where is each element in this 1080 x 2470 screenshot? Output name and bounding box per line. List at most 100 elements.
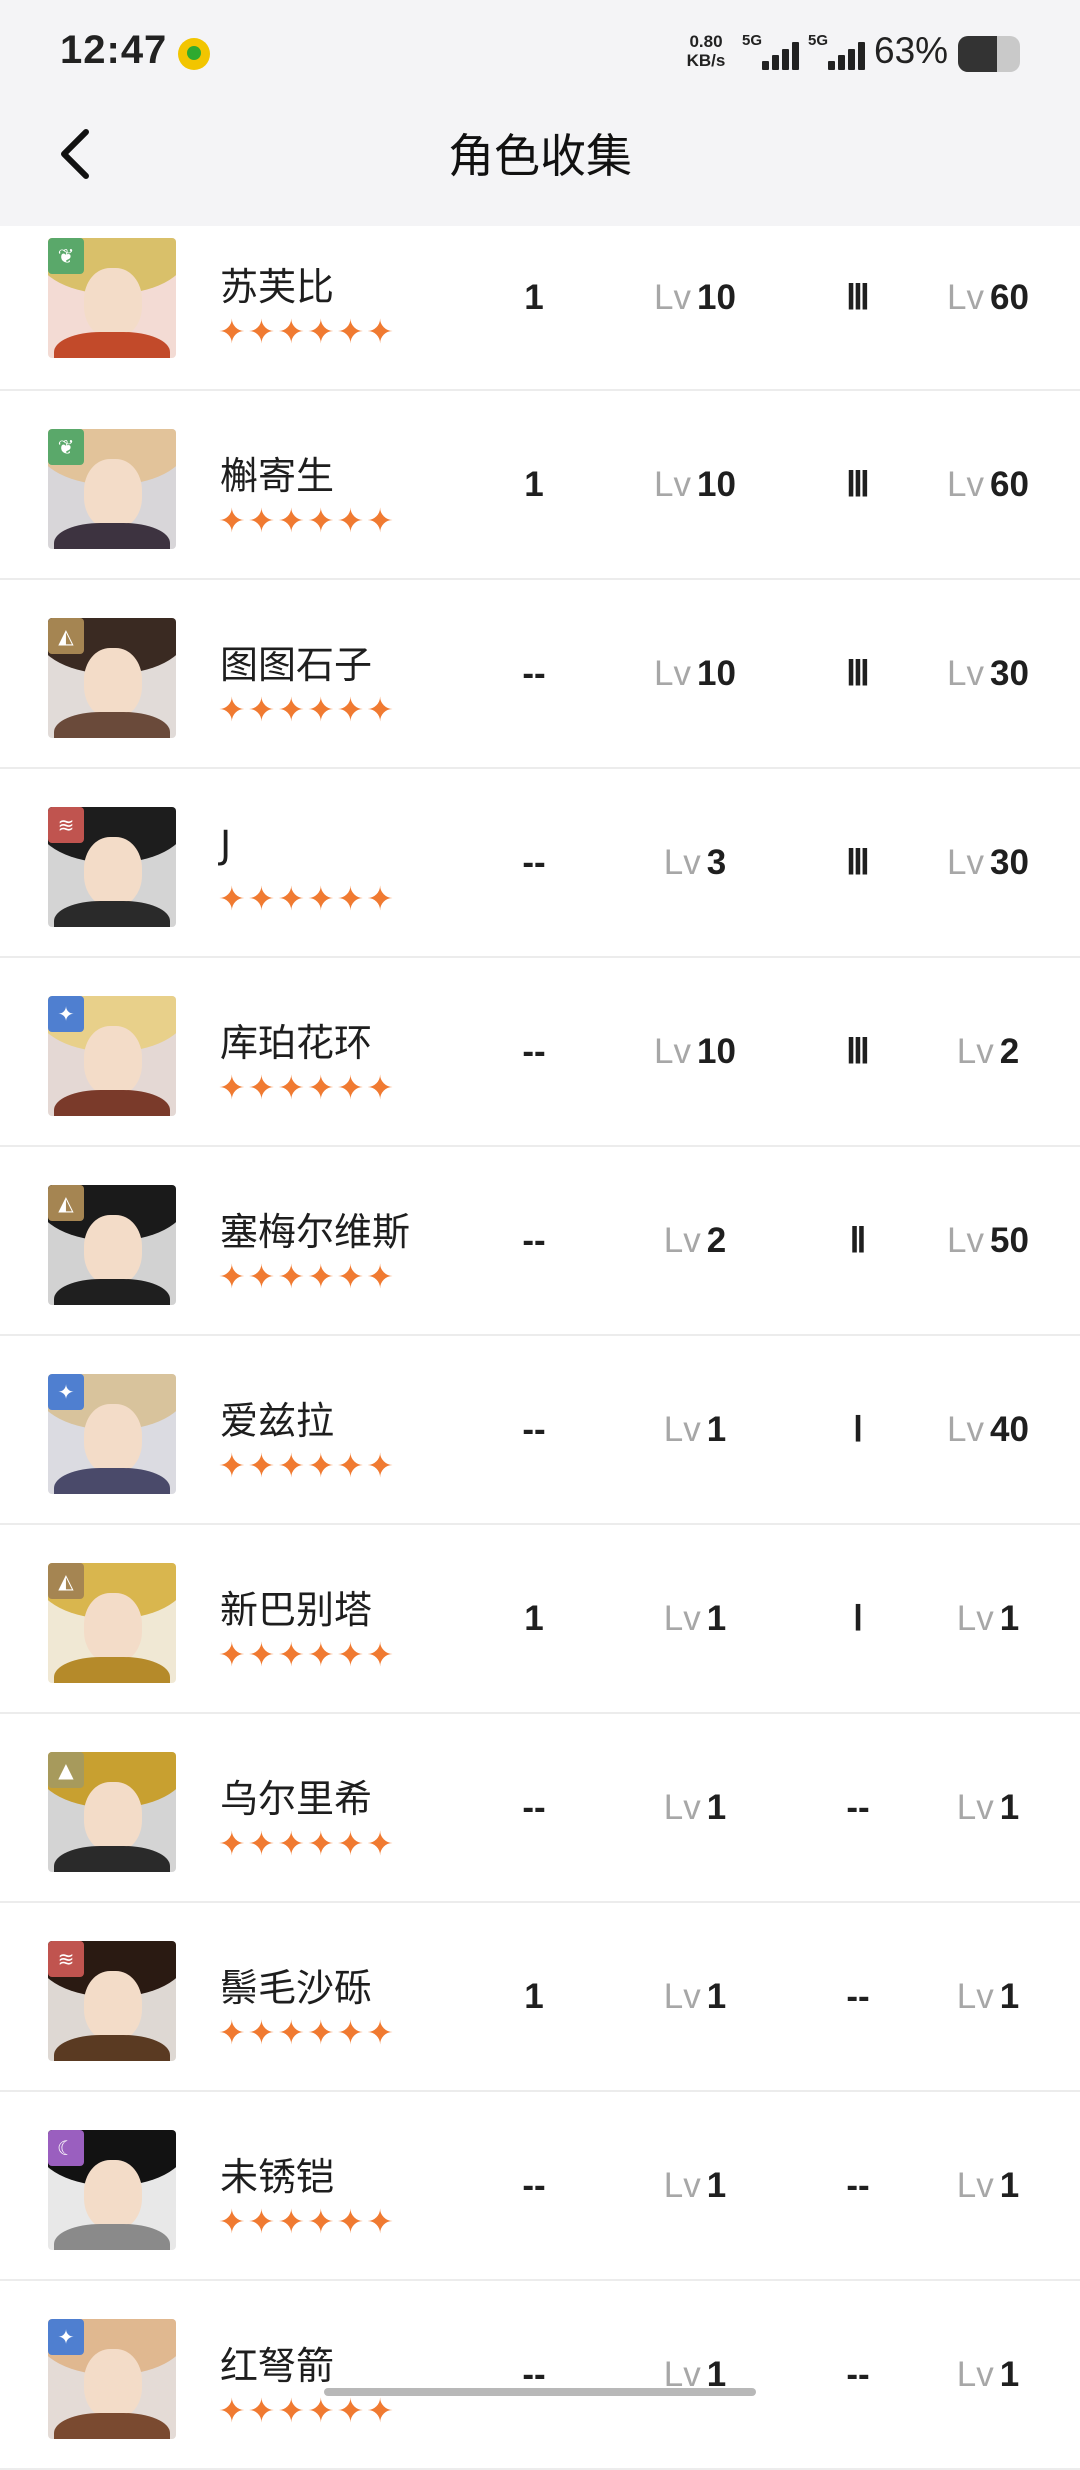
character-avatar: ▲ <box>48 1752 176 1872</box>
status-time: 12:47 <box>60 28 168 72</box>
star-rating: ✦✦✦✦✦✦ <box>218 2393 396 2429</box>
star-rating: ✦✦✦✦✦✦ <box>218 1259 396 1295</box>
signal-1-icon: 5G <box>742 32 808 74</box>
star-icon: ✦ <box>218 1257 248 1296</box>
character-avatar: ◭ <box>48 1563 176 1683</box>
element-beast-icon: ≋ <box>48 807 84 843</box>
col-rank: -- <box>846 2165 870 2205</box>
element-beast-icon: ≋ <box>48 1941 84 1977</box>
character-row[interactable]: ❦ 苏芙比 ✦✦✦✦✦✦ 1 Lv 10 Ⅲ Lv 60 <box>0 226 1080 391</box>
character-avatar: ❦ <box>48 238 176 358</box>
star-icon: ✦ <box>306 1635 337 1674</box>
character-avatar: ◭ <box>48 1185 176 1305</box>
home-indicator[interactable] <box>324 2388 756 2396</box>
col-count: -- <box>522 653 546 693</box>
col-count: 1 <box>524 1598 544 1638</box>
element-mineral-icon: ◭ <box>48 1185 84 1221</box>
star-icon: ✦ <box>336 2202 367 2241</box>
col-skill-level: Lv 1 <box>956 2165 1020 2205</box>
header: 12:47 0.80 KB/s 5G 5G 63% 角色收集 <box>0 0 1080 226</box>
element-star-icon: ✦ <box>48 2319 84 2355</box>
star-icon: ✦ <box>366 501 396 540</box>
star-icon: ✦ <box>277 1635 307 1674</box>
col-count: -- <box>522 1409 546 1449</box>
star-icon: ✦ <box>247 501 278 540</box>
star-icon: ✦ <box>306 2013 337 2052</box>
col-skill-level: Lv 60 <box>947 464 1029 504</box>
character-avatar: ✦ <box>48 2319 176 2439</box>
character-row[interactable]: ◭ 塞梅尔维斯 ✦✦✦✦✦✦ -- Lv 2 Ⅱ Lv 50 <box>0 1147 1080 1336</box>
star-icon: ✦ <box>277 1824 307 1863</box>
battery-percent: 63% <box>874 30 949 71</box>
character-name: 红弩箭 <box>220 2344 335 2388</box>
character-name: J <box>220 823 232 867</box>
net-speed-value: 0.80 <box>689 32 723 51</box>
star-icon: ✦ <box>306 2202 337 2241</box>
character-row[interactable]: ☾ 未锈铠 ✦✦✦✦✦✦ -- Lv 1 -- Lv 1 <box>0 2092 1080 2281</box>
col-level: Lv 10 <box>654 464 736 504</box>
col-skill-level: Lv 1 <box>956 1787 1020 1827</box>
status-bar: 12:47 0.80 KB/s 5G 5G 63% <box>0 0 1080 110</box>
star-icon: ✦ <box>277 2391 307 2430</box>
character-name: 塞梅尔维斯 <box>220 1210 411 1254</box>
col-rank: Ⅲ <box>845 653 871 693</box>
star-icon: ✦ <box>366 2391 396 2430</box>
star-icon: ✦ <box>277 312 307 351</box>
col-level: Lv 1 <box>663 2354 727 2394</box>
character-row[interactable]: ◭ 新巴别塔 ✦✦✦✦✦✦ 1 Lv 1 Ⅰ Lv 1 <box>0 1525 1080 1714</box>
star-icon: ✦ <box>247 2202 278 2241</box>
character-row[interactable]: ❦ 槲寄生 ✦✦✦✦✦✦ 1 Lv 10 Ⅲ Lv 60 <box>0 391 1080 580</box>
character-list[interactable]: ❦ 苏芙比 ✦✦✦✦✦✦ 1 Lv 10 Ⅲ Lv 60 ❦ 槲寄生 ✦✦✦✦✦✦ … <box>0 226 1080 2470</box>
character-row[interactable]: ≋ J ✦✦✦✦✦✦ -- Lv 3 Ⅲ Lv 30 <box>0 769 1080 958</box>
star-icon: ✦ <box>218 879 248 918</box>
star-rating: ✦✦✦✦✦✦ <box>218 881 396 917</box>
element-mineral-icon: ◭ <box>48 1563 84 1599</box>
star-icon: ✦ <box>306 312 337 351</box>
star-icon: ✦ <box>366 690 396 729</box>
character-name: 未锈铠 <box>220 2155 335 2199</box>
col-count: -- <box>522 1220 546 1260</box>
character-name: 新巴别塔 <box>220 1588 373 1632</box>
star-icon: ✦ <box>218 690 248 729</box>
star-icon: ✦ <box>336 879 367 918</box>
col-rank: Ⅲ <box>845 1031 871 1071</box>
star-icon: ✦ <box>366 1446 396 1485</box>
character-avatar: ✦ <box>48 1374 176 1494</box>
star-icon: ✦ <box>218 1635 248 1674</box>
star-icon: ✦ <box>306 501 337 540</box>
character-row[interactable]: ▲ 乌尔里希 ✦✦✦✦✦✦ -- Lv 1 -- Lv 1 <box>0 1714 1080 1903</box>
character-row[interactable]: ✦ 库珀花环 ✦✦✦✦✦✦ -- Lv 10 Ⅲ Lv 2 <box>0 958 1080 1147</box>
character-row[interactable]: ✦ 红弩箭 ✦✦✦✦✦✦ -- Lv 1 -- Lv 1 <box>0 2281 1080 2470</box>
star-icon: ✦ <box>218 2013 248 2052</box>
star-icon: ✦ <box>336 1068 367 1107</box>
battery-icon <box>958 36 1020 72</box>
col-skill-level: Lv 1 <box>956 1976 1020 2016</box>
col-count: -- <box>522 842 546 882</box>
character-row[interactable]: ≋ 鬃毛沙砾 ✦✦✦✦✦✦ 1 Lv 1 -- Lv 1 <box>0 1903 1080 2092</box>
character-avatar: ◭ <box>48 618 176 738</box>
character-name: 鬃毛沙砾 <box>220 1966 373 2010</box>
col-count: -- <box>522 1787 546 1827</box>
signal-1-label: 5G <box>742 32 763 49</box>
star-icon: ✦ <box>218 2202 248 2241</box>
star-icon: ✦ <box>366 1257 396 1296</box>
character-avatar: ≋ <box>48 807 176 927</box>
star-icon: ✦ <box>247 879 278 918</box>
character-name: 爱兹拉 <box>220 1399 335 1443</box>
star-icon: ✦ <box>247 1068 278 1107</box>
col-skill-level: Lv 2 <box>956 1031 1020 1071</box>
star-icon: ✦ <box>277 1446 307 1485</box>
star-icon: ✦ <box>306 1446 337 1485</box>
star-icon: ✦ <box>247 2391 278 2430</box>
star-rating: ✦✦✦✦✦✦ <box>218 2015 396 2051</box>
star-icon: ✦ <box>336 1446 367 1485</box>
character-row[interactable]: ◭ 图图石子 ✦✦✦✦✦✦ -- Lv 10 Ⅲ Lv 30 <box>0 580 1080 769</box>
app-notification-icon <box>178 38 210 70</box>
col-level: Lv 1 <box>663 1976 727 2016</box>
page-title: 角色收集 <box>448 129 632 183</box>
star-rating: ✦✦✦✦✦✦ <box>218 692 396 728</box>
character-row[interactable]: ✦ 爱兹拉 ✦✦✦✦✦✦ -- Lv 1 Ⅰ Lv 40 <box>0 1336 1080 1525</box>
col-level: Lv 3 <box>663 842 727 882</box>
signal-2-icon: 5G <box>808 32 874 74</box>
col-rank: -- <box>846 2354 870 2394</box>
